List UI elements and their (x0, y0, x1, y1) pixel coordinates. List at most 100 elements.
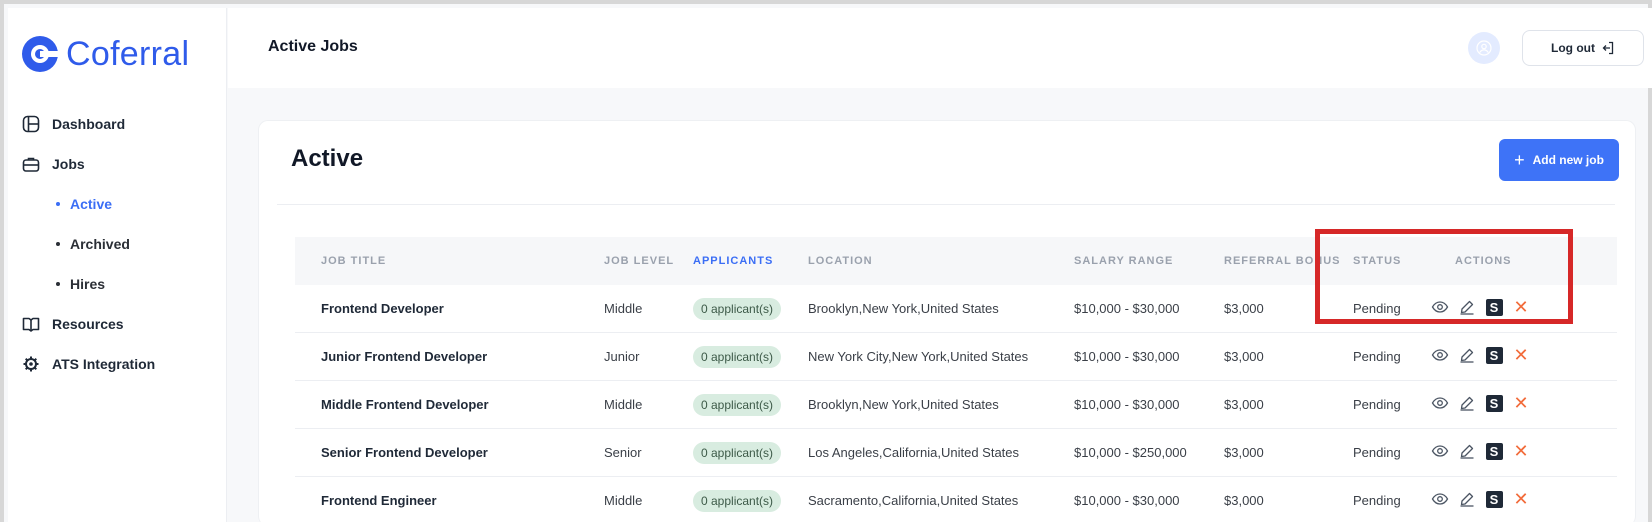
table-row[interactable]: Frontend Engineer Middle 0 applicant(s) … (295, 477, 1617, 522)
job-title-cell[interactable]: Junior Frontend Developer (321, 349, 487, 364)
eye-icon (1431, 445, 1449, 457)
salary-cell: $10,000 - $250,000 (1074, 445, 1187, 460)
delete-button[interactable]: ✕ (1512, 393, 1530, 413)
pencil-icon (1460, 396, 1474, 411)
jobs-table: JOB TITLE JOB LEVEL APPLICANTS LOCATION … (295, 237, 1617, 522)
job-title-cell[interactable]: Senior Frontend Developer (321, 445, 488, 460)
coferral-logo-icon (22, 36, 60, 72)
header-job-level[interactable]: JOB LEVEL (604, 255, 674, 267)
header-location[interactable]: LOCATION (808, 255, 873, 267)
logout-button[interactable]: Log out (1522, 30, 1644, 66)
logo[interactable]: Coferral (20, 32, 189, 76)
edit-button[interactable] (1458, 345, 1476, 365)
header-applicants[interactable]: APPLICANTS (693, 255, 773, 267)
edit-button[interactable] (1458, 441, 1476, 461)
delete-button[interactable]: ✕ (1512, 489, 1530, 509)
table-row[interactable]: Middle Frontend Developer Middle 0 appli… (295, 381, 1617, 429)
delete-button[interactable]: ✕ (1512, 441, 1530, 461)
location-cell: Los Angeles,California,United States (808, 445, 1020, 460)
view-button[interactable] (1431, 489, 1449, 509)
row-actions: S ✕ (1431, 393, 1539, 413)
salary-cell: $10,000 - $30,000 (1074, 493, 1180, 508)
edit-button[interactable] (1458, 297, 1476, 317)
share-button[interactable]: S (1485, 393, 1503, 413)
sidebar-item-label: ATS Integration (52, 356, 156, 372)
header-salary-range[interactable]: SALARY RANGE (1074, 255, 1173, 267)
table-row[interactable]: Frontend Developer Middle 0 applicant(s)… (295, 285, 1617, 333)
sidebar-subitem-label: Archived (70, 236, 130, 252)
share-button[interactable]: S (1485, 297, 1503, 317)
delete-button[interactable]: ✕ (1512, 297, 1530, 317)
applicants-badge[interactable]: 0 applicant(s) (693, 442, 782, 464)
job-level-cell: Middle (604, 493, 643, 508)
row-actions: S ✕ (1431, 297, 1539, 317)
view-button[interactable] (1431, 393, 1449, 413)
job-level-cell: Middle (604, 397, 643, 412)
applicants-badge[interactable]: 0 applicant(s) (693, 490, 782, 512)
s-square-icon: S (1485, 346, 1503, 364)
sidebar-item-dashboard[interactable]: Dashboard (22, 104, 222, 144)
applicants-badge[interactable]: 0 applicant(s) (693, 394, 782, 416)
header-referral-bonus[interactable]: REFERRAL BONUS (1224, 255, 1340, 267)
row-actions: S ✕ (1431, 441, 1539, 461)
eye-icon (1431, 397, 1449, 409)
row-actions: S ✕ (1431, 345, 1539, 365)
status-cell: Pending (1353, 445, 1401, 460)
eye-icon (1431, 349, 1449, 361)
location-cell: Brooklyn,New York,United States (808, 301, 999, 316)
view-button[interactable] (1431, 297, 1449, 317)
view-button[interactable] (1431, 441, 1449, 461)
page-title: Active Jobs (268, 38, 358, 55)
sidebar-item-jobs[interactable]: Jobs (22, 144, 222, 184)
header-actions: ACTIONS (1455, 255, 1512, 267)
book-icon (22, 315, 40, 333)
salary-cell: $10,000 - $30,000 (1074, 397, 1180, 412)
sidebar-item-ats-integration[interactable]: ATS Integration (22, 344, 222, 384)
applicants-badge[interactable]: 0 applicant(s) (693, 298, 782, 320)
bullet-icon (56, 242, 60, 246)
bullet-icon (56, 282, 60, 286)
location-cell: Sacramento,California,United States (808, 493, 1019, 508)
bonus-cell: $3,000 (1224, 397, 1264, 412)
share-button[interactable]: S (1485, 489, 1503, 509)
job-level-cell: Middle (604, 301, 643, 316)
card-title: Active (291, 145, 364, 172)
edit-button[interactable] (1458, 489, 1476, 509)
sidebar-nav: Dashboard Jobs Active Archived Hires Res… (22, 104, 222, 384)
dashboard-icon (22, 115, 40, 133)
job-level-cell: Junior (604, 349, 640, 364)
avatar[interactable] (1468, 32, 1500, 64)
sidebar-subitem-hires[interactable]: Hires (22, 264, 222, 304)
share-button[interactable]: S (1485, 441, 1503, 461)
sidebar-subitem-active[interactable]: Active (22, 184, 222, 224)
table-body: Frontend Developer Middle 0 applicant(s)… (295, 285, 1617, 522)
delete-button[interactable]: ✕ (1512, 345, 1530, 365)
sidebar-item-label: Resources (52, 316, 124, 332)
table-row[interactable]: Senior Frontend Developer Senior 0 appli… (295, 429, 1617, 477)
close-icon: ✕ (1513, 345, 1529, 365)
sidebar-subitem-label: Hires (70, 276, 106, 292)
bonus-cell: $3,000 (1224, 349, 1264, 364)
job-title-cell[interactable]: Frontend Developer (321, 301, 444, 316)
top-header: Active Jobs Log out (228, 8, 1652, 88)
gear-sync-icon (22, 355, 40, 373)
share-button[interactable]: S (1485, 345, 1503, 365)
applicants-badge[interactable]: 0 applicant(s) (693, 346, 782, 368)
sidebar-subitem-archived[interactable]: Archived (22, 224, 222, 264)
s-square-icon: S (1485, 394, 1503, 412)
sidebar-subitem-label: Active (70, 196, 113, 212)
edit-button[interactable] (1458, 393, 1476, 413)
header-status[interactable]: STATUS (1353, 255, 1401, 267)
view-button[interactable] (1431, 345, 1449, 365)
pencil-icon (1460, 492, 1474, 507)
job-title-cell[interactable]: Frontend Engineer (321, 493, 437, 508)
header-job-title[interactable]: JOB TITLE (321, 255, 386, 267)
jobs-card: Active + Add new job JOB TITLE JOB LEVEL… (258, 120, 1636, 522)
table-row[interactable]: Junior Frontend Developer Junior 0 appli… (295, 333, 1617, 381)
pencil-icon (1460, 300, 1474, 315)
job-title-cell[interactable]: Middle Frontend Developer (321, 397, 489, 412)
sidebar-item-resources[interactable]: Resources (22, 304, 222, 344)
add-new-job-button[interactable]: + Add new job (1499, 139, 1619, 181)
bonus-cell: $3,000 (1224, 301, 1264, 316)
table-header: JOB TITLE JOB LEVEL APPLICANTS LOCATION … (295, 237, 1617, 285)
